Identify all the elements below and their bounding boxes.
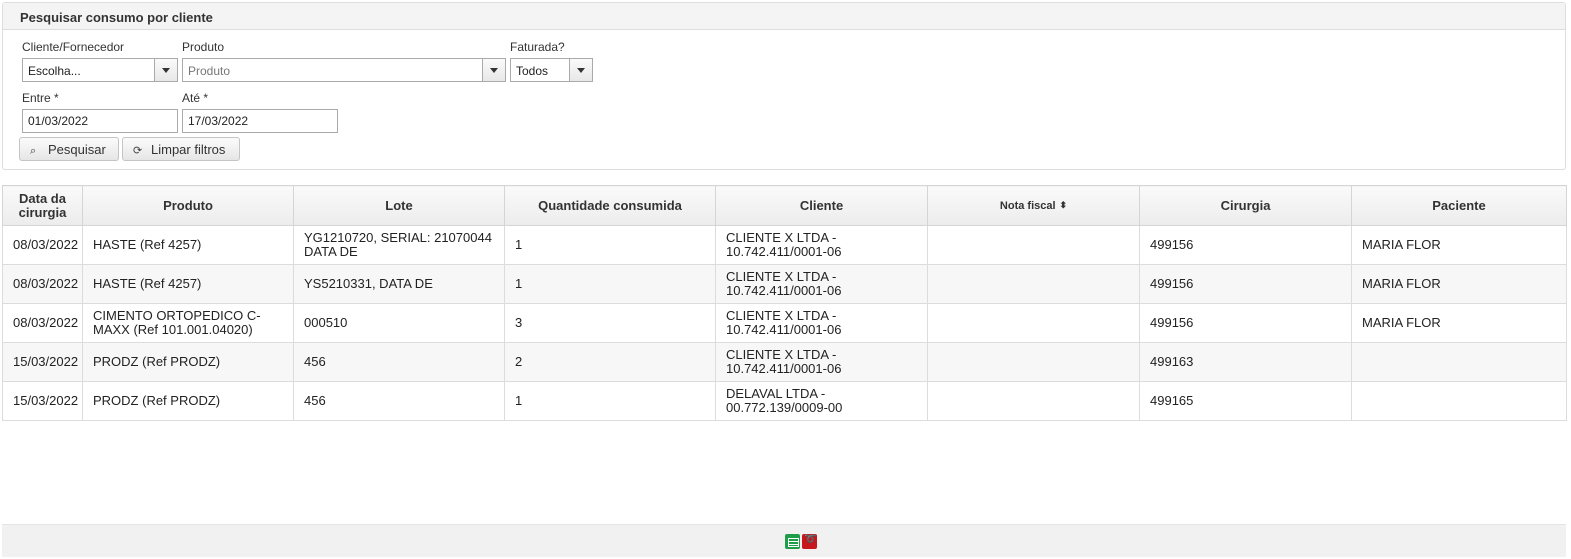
client-select-value: Escolha... <box>28 64 81 78</box>
cell-patient: MARIA FLOR <box>1351 264 1567 304</box>
cell-product: HASTE (Ref 4257) <box>82 225 294 265</box>
consumption-table: Data da cirurgia Produto Lote Quantidade… <box>2 185 1567 421</box>
sort-icon[interactable]: ⬍ <box>1060 198 1068 212</box>
cell-product: HASTE (Ref 4257) <box>82 264 294 304</box>
column-header-client[interactable]: Cliente <box>715 185 928 226</box>
from-date-label: Entre * <box>22 91 59 105</box>
cell-surgery: 499163 <box>1139 342 1352 382</box>
cell-lot: YG1210720, SERIAL: 21070044 DATA DE <box>293 225 505 265</box>
cell-quantity: 1 <box>504 264 716 304</box>
cell-patient <box>1351 342 1567 382</box>
cell-product: PRODZ (Ref PRODZ) <box>82 342 294 382</box>
cell-surgery-date: 08/03/2022 <box>2 225 83 265</box>
product-select[interactable]: Produto <box>182 58 506 82</box>
cell-product: CIMENTO ORTOPEDICO C-MAXX (Ref 101.001.0… <box>82 303 294 343</box>
excel-export-icon[interactable] <box>785 534 800 549</box>
clear-filters-button-label: Limpar filtros <box>151 142 226 157</box>
column-header-invoice-label: Nota fiscal <box>999 200 1056 212</box>
cell-lot: 456 <box>293 381 505 421</box>
column-header-patient[interactable]: Paciente <box>1351 185 1567 226</box>
cell-client: DELAVAL LTDA - 00.772.139/0009-00 <box>715 381 928 421</box>
cell-invoice <box>927 381 1140 421</box>
table-row[interactable]: 08/03/2022 HASTE (Ref 4257) YG1210720, S… <box>2 225 1567 265</box>
table-row[interactable]: 15/03/2022 PRODZ (Ref PRODZ) 456 2 CLIEN… <box>2 342 1567 382</box>
client-label: Cliente/Fornecedor <box>22 40 125 54</box>
cell-surgery-date: 08/03/2022 <box>2 303 83 343</box>
cell-patient: MARIA FLOR <box>1351 303 1567 343</box>
chevron-down-icon[interactable] <box>569 59 592 81</box>
cell-invoice <box>927 225 1140 265</box>
table-header-row: Data da cirurgia Produto Lote Quantidade… <box>2 185 1567 226</box>
to-date-input[interactable]: 17/03/2022 <box>182 109 338 133</box>
cell-client: CLIENTE X LTDA - 10.742.411/0001-06 <box>715 264 928 304</box>
table-row[interactable]: 08/03/2022 HASTE (Ref 4257) YS5210331, D… <box>2 264 1567 304</box>
chevron-down-icon[interactable] <box>482 59 505 81</box>
pdf-export-icon[interactable] <box>802 534 817 549</box>
refresh-icon: ⟳ <box>133 145 143 157</box>
cell-lot: YS5210331, DATA DE <box>293 264 505 304</box>
cell-quantity: 1 <box>504 225 716 265</box>
cell-surgery-date: 15/03/2022 <box>2 342 83 382</box>
invoiced-label: Faturada? <box>510 40 565 54</box>
column-header-lot[interactable]: Lote <box>293 185 505 226</box>
column-header-quantity[interactable]: Quantidade consumida <box>504 185 716 226</box>
panel-title: Pesquisar consumo por cliente <box>3 3 1565 30</box>
export-footer <box>2 524 1566 557</box>
to-date-label: Até * <box>182 91 209 105</box>
column-header-product[interactable]: Produto <box>82 185 294 226</box>
column-header-surgery[interactable]: Cirurgia <box>1139 185 1352 226</box>
from-date-input[interactable]: 01/03/2022 <box>22 109 178 133</box>
column-header-invoice[interactable]: Nota fiscal ⬍ <box>927 185 1140 226</box>
cell-quantity: 3 <box>504 303 716 343</box>
cell-invoice <box>927 264 1140 304</box>
cell-lot: 456 <box>293 342 505 382</box>
cell-surgery-date: 08/03/2022 <box>2 264 83 304</box>
cell-client: CLIENTE X LTDA - 10.742.411/0001-06 <box>715 342 928 382</box>
cell-surgery: 499156 <box>1139 264 1352 304</box>
cell-invoice <box>927 303 1140 343</box>
cell-quantity: 1 <box>504 381 716 421</box>
cell-quantity: 2 <box>504 342 716 382</box>
cell-surgery: 499165 <box>1139 381 1352 421</box>
chevron-down-icon[interactable] <box>154 59 177 81</box>
cell-product: PRODZ (Ref PRODZ) <box>82 381 294 421</box>
search-button-label: Pesquisar <box>48 142 106 157</box>
product-label: Produto <box>182 40 225 54</box>
cell-patient <box>1351 381 1567 421</box>
cell-surgery: 499156 <box>1139 225 1352 265</box>
cell-patient: MARIA FLOR <box>1351 225 1567 265</box>
cell-lot: 000510 <box>293 303 505 343</box>
search-button[interactable]: ⌕ Pesquisar <box>19 137 119 161</box>
column-header-surgery-date[interactable]: Data da cirurgia <box>2 185 83 226</box>
table-row[interactable]: 08/03/2022 CIMENTO ORTOPEDICO C-MAXX (Re… <box>2 303 1567 343</box>
table-row[interactable]: 15/03/2022 PRODZ (Ref PRODZ) 456 1 DELAV… <box>2 381 1567 421</box>
product-select-placeholder: Produto <box>188 64 231 78</box>
cell-surgery: 499156 <box>1139 303 1352 343</box>
cell-surgery-date: 15/03/2022 <box>2 381 83 421</box>
cell-client: CLIENTE X LTDA - 10.742.411/0001-06 <box>715 303 928 343</box>
invoiced-select-value: Todos <box>516 64 549 78</box>
invoiced-select[interactable]: Todos <box>510 58 593 82</box>
clear-filters-button[interactable]: ⟳ Limpar filtros <box>122 137 240 161</box>
client-select[interactable]: Escolha... <box>22 58 178 82</box>
cell-client: CLIENTE X LTDA - 10.742.411/0001-06 <box>715 225 928 265</box>
cell-invoice <box>927 342 1140 382</box>
search-icon: ⌕ <box>30 145 37 157</box>
